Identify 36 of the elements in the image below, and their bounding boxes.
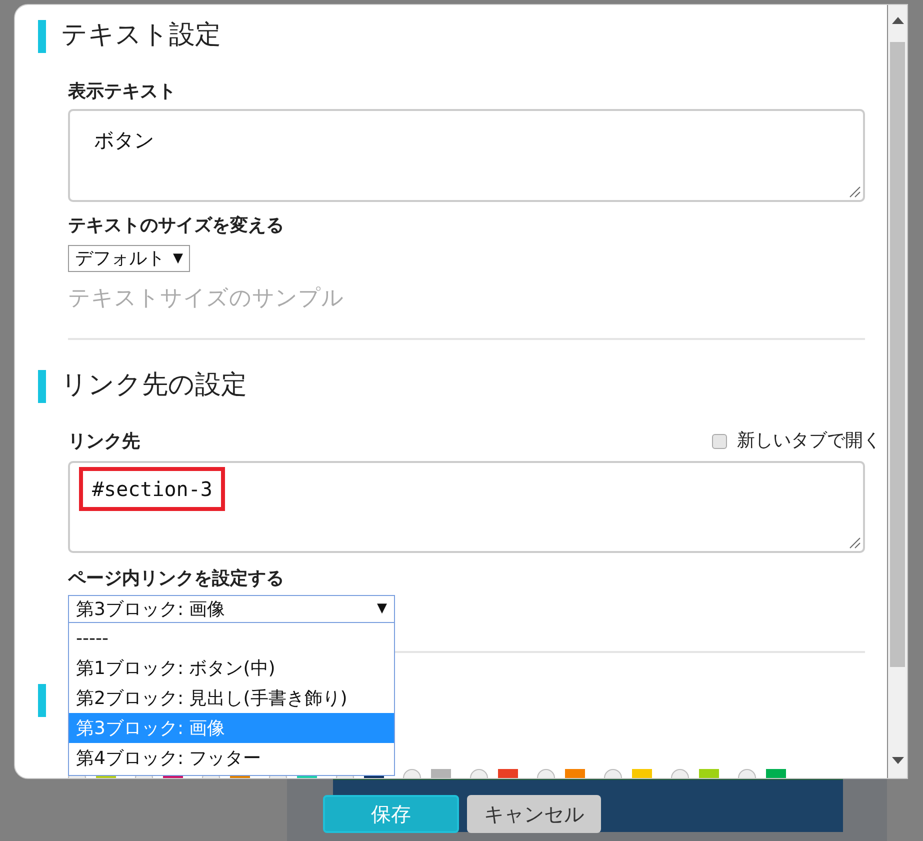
field-label: 表示テキスト <box>68 81 176 103</box>
color-swatch[interactable] <box>431 769 451 778</box>
scrollbar-thumb[interactable] <box>890 42 905 667</box>
dropdown-option[interactable]: 第4ブロック: フッター <box>69 743 394 773</box>
heading-accent-bar <box>38 684 46 717</box>
page-link-dropdown[interactable]: 第3ブロック: 画像 ▼ <box>68 595 395 623</box>
text-size-sample: テキストサイズのサンプル <box>68 285 344 313</box>
scrollbar[interactable] <box>887 5 907 778</box>
link-value: #section-3 <box>79 467 226 511</box>
dropdown-option[interactable]: 第2ブロック: 見出し(手書き飾り) <box>69 683 394 713</box>
resize-grip-icon[interactable] <box>849 186 861 198</box>
field-label: ページ内リンクを設定する <box>68 568 284 590</box>
color-swatch[interactable] <box>498 769 518 778</box>
section-heading: リンク先の設定 <box>61 369 247 402</box>
caret-icon: ▼ <box>377 599 387 619</box>
text-area[interactable]: ボタン <box>68 109 865 202</box>
scroll-down-icon[interactable] <box>892 757 904 764</box>
color-swatch[interactable] <box>766 769 786 778</box>
checkbox[interactable] <box>712 434 727 448</box>
section-heading: テキスト設定 <box>61 19 221 52</box>
color-swatch[interactable] <box>632 769 652 778</box>
color-swatch[interactable] <box>565 769 585 778</box>
checkbox-label: 新しいタブで開く <box>737 430 881 452</box>
link-text-area[interactable]: #section-3 <box>68 461 865 553</box>
field-label: テキストのサイズを変える <box>68 215 284 237</box>
heading-accent-bar <box>38 20 46 53</box>
heading-accent-bar <box>38 370 46 403</box>
caret-icon: ▼ <box>173 248 183 268</box>
scroll-up-icon[interactable] <box>892 17 904 24</box>
dropdown-option[interactable]: 第1ブロック: ボタン(中) <box>69 653 394 683</box>
dropdown-option[interactable]: ----- <box>69 623 394 653</box>
resize-grip-icon[interactable] <box>849 537 861 549</box>
color-swatch[interactable] <box>699 769 719 778</box>
field-label: リンク先 <box>68 431 140 453</box>
button[interactable]: キャンセル <box>467 795 601 833</box>
size-dropdown[interactable]: デフォルト ▼ <box>68 245 190 272</box>
